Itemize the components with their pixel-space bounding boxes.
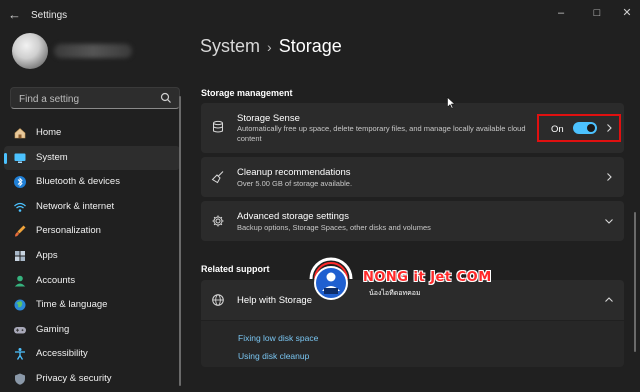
toggle-knob <box>587 124 595 132</box>
sidebar-item-accounts[interactable]: Accounts <box>4 269 180 294</box>
chevron-up-icon[interactable] <box>604 295 614 305</box>
storage-sense-toggle-label: On <box>551 124 564 135</box>
sidebar-scrollbar[interactable] <box>179 96 181 386</box>
sidebar-item-accessibility[interactable]: Accessibility <box>4 342 180 367</box>
chevron-right-icon[interactable] <box>604 123 614 133</box>
sidebar: Home System Bluetooth & devices Network <box>0 30 190 389</box>
sidebar-item-label: Gaming <box>36 323 70 335</box>
mouse-cursor-icon <box>447 97 455 109</box>
watermark-text: NONG it Jet COM <box>363 270 492 285</box>
storage-drive-icon <box>213 120 223 133</box>
sidebar-item-apps[interactable]: Apps <box>4 244 180 269</box>
breadcrumb-parent[interactable]: System <box>200 36 260 56</box>
globe-icon <box>14 299 26 311</box>
user-name-redacted <box>54 44 132 58</box>
sidebar-item-label: Time & language <box>36 299 108 311</box>
section-title-storage-management: Storage management <box>201 88 293 98</box>
help-title: Help with Storage <box>237 295 312 306</box>
sidebar-item-time-language[interactable]: Time & language <box>4 293 180 318</box>
sidebar-item-personalization[interactable]: Personalization <box>4 219 180 244</box>
title-bar: ← Settings – □ ✕ <box>0 0 640 30</box>
bluetooth-icon <box>14 176 26 189</box>
monitor-icon <box>14 153 26 163</box>
advanced-storage-title: Advanced storage settings <box>237 211 349 222</box>
broom-icon <box>211 171 224 184</box>
cleanup-title: Cleanup recommendations <box>237 167 351 178</box>
content-scrollbar[interactable] <box>634 212 636 352</box>
advanced-storage-card[interactable]: Advanced storage settings Backup options… <box>201 201 624 241</box>
app-title: Settings <box>31 10 68 21</box>
sidebar-item-label: Home <box>36 127 62 138</box>
sidebar-item-system[interactable]: System <box>4 145 180 171</box>
advanced-storage-description: Backup options, Storage Spaces, other di… <box>237 223 431 232</box>
sidebar-item-label: Apps <box>36 249 58 261</box>
accessibility-icon <box>15 348 25 361</box>
sidebar-item-label: Accessibility <box>36 348 88 360</box>
storage-sense-title: Storage Sense <box>237 113 300 124</box>
user-avatar[interactable] <box>12 33 48 69</box>
section-title-related-support: Related support <box>201 264 270 274</box>
minimize-button[interactable]: – <box>546 4 576 22</box>
sidebar-item-label: Privacy & security <box>36 372 112 384</box>
breadcrumb: System › Storage <box>200 36 342 57</box>
search-box[interactable] <box>10 87 180 109</box>
chevron-down-icon[interactable] <box>604 216 614 226</box>
nav-list: Home System Bluetooth & devices Network <box>4 121 180 392</box>
link-fixing-low-disk-space[interactable]: Fixing low disk space <box>238 333 318 343</box>
active-indicator <box>4 152 7 164</box>
cleanup-recommendations-card[interactable]: Cleanup recommendations Over 5.00 GB of … <box>201 157 624 197</box>
apps-icon <box>15 250 25 261</box>
watermark-logo <box>309 257 353 300</box>
close-button[interactable]: ✕ <box>612 4 640 22</box>
back-arrow-icon[interactable]: ← <box>8 8 22 22</box>
chevron-right-icon[interactable] <box>604 172 614 182</box>
breadcrumb-separator: › <box>267 39 272 55</box>
brush-icon <box>15 225 26 237</box>
sidebar-item-bluetooth[interactable]: Bluetooth & devices <box>4 170 180 195</box>
sidebar-item-label: Bluetooth & devices <box>36 176 120 188</box>
page-title: Storage <box>278 36 342 56</box>
storage-sense-toggle[interactable] <box>573 122 597 134</box>
gamepad-icon <box>14 326 26 334</box>
maximize-button[interactable]: □ <box>582 4 612 22</box>
sidebar-item-label: Personalization <box>36 225 101 237</box>
storage-sense-description: Automatically free up space, delete temp… <box>237 124 526 143</box>
sidebar-item-label: Accounts <box>36 274 76 286</box>
sidebar-item-home[interactable]: Home <box>4 121 180 146</box>
sidebar-item-network[interactable]: Network & internet <box>4 195 180 220</box>
sidebar-item-gaming[interactable]: Gaming <box>4 318 180 343</box>
cleanup-description: Over 5.00 GB of storage available. <box>237 179 353 188</box>
person-icon <box>14 275 26 287</box>
gear-icon <box>212 215 224 227</box>
link-using-disk-cleanup[interactable]: Using disk cleanup <box>238 351 309 361</box>
search-icon[interactable] <box>160 92 172 104</box>
sidebar-item-privacy-security[interactable]: Privacy & security <box>4 367 180 392</box>
wifi-icon <box>14 202 26 212</box>
watermark-subtext: น้องไอทีดอทคอม <box>369 289 421 297</box>
globe-help-icon <box>212 294 224 306</box>
sidebar-item-label: System <box>36 151 68 163</box>
shield-icon <box>15 373 25 385</box>
search-input[interactable] <box>17 91 161 107</box>
home-icon <box>14 128 26 139</box>
sidebar-item-label: Network & internet <box>36 200 115 212</box>
watermark: NONG it Jet COM น้องไอทีดอทคอม <box>303 255 513 305</box>
